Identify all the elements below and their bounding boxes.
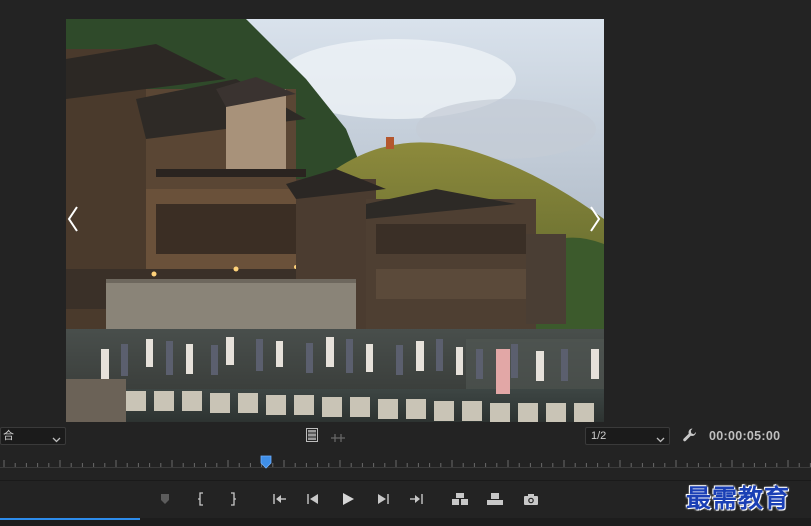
play-button[interactable] [339, 490, 357, 508]
watermark-text: 最需教育 [686, 484, 791, 513]
mini-timeline-ruler[interactable] [0, 452, 811, 472]
ruler-ticks [0, 460, 811, 468]
step-forward-icon [378, 494, 389, 504]
mark-out-button[interactable] [224, 490, 242, 508]
next-arrow-icon[interactable] [586, 204, 604, 234]
chevron-down-icon [52, 432, 61, 448]
go-to-out-button[interactable] [408, 490, 426, 508]
previous-arrow-icon[interactable] [66, 204, 82, 234]
insert-button[interactable] [451, 490, 469, 508]
playhead-timecode[interactable]: 00:00:05:00 [709, 429, 780, 443]
go-to-in-icon [273, 494, 286, 504]
monitor-controls-row: 合 1/2 00:00:05:00 [0, 424, 811, 448]
film-strip-icon[interactable] [306, 428, 318, 447]
chevron-down-icon [656, 432, 665, 448]
wrench-icon[interactable] [682, 427, 698, 448]
active-panel-indicator [0, 518, 140, 520]
go-to-out-icon [410, 494, 423, 504]
mark-out-icon [231, 492, 236, 506]
mark-in-button[interactable] [192, 490, 210, 508]
compare-link-icon[interactable] [330, 430, 346, 448]
insert-icon [452, 493, 468, 505]
playback-resolution-select[interactable]: 1/2 [585, 427, 670, 445]
playhead-marker[interactable] [260, 455, 272, 474]
overwrite-icon [487, 493, 503, 505]
step-forward-button[interactable] [374, 490, 392, 508]
overwrite-button[interactable] [486, 490, 504, 508]
resolution-value: 1/2 [591, 430, 607, 442]
play-icon [343, 493, 354, 505]
program-monitor-viewport[interactable] [66, 19, 604, 422]
step-back-icon [307, 494, 318, 504]
export-frame-button[interactable] [522, 490, 540, 508]
step-back-button[interactable] [304, 490, 322, 508]
fit-zoom-value: 合 [3, 430, 14, 442]
add-marker-button[interactable] [156, 490, 174, 508]
mark-in-icon [198, 492, 203, 506]
marker-icon [161, 494, 169, 504]
camera-icon [524, 493, 538, 505]
go-to-in-button[interactable] [270, 490, 288, 508]
fit-zoom-select[interactable]: 合 [0, 427, 66, 445]
video-frame-image [66, 19, 604, 422]
